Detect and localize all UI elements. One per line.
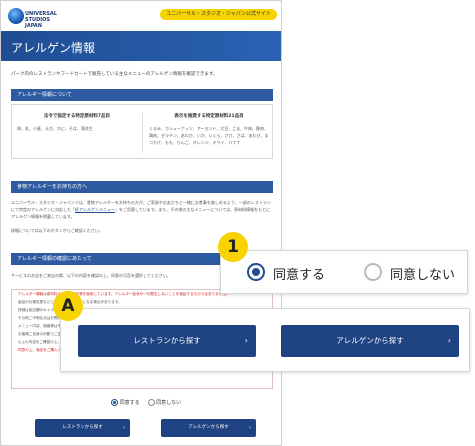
recommended-heading: 表示を推奨する特定原材料21品目: [174, 114, 244, 119]
logo-text: UNIVERSAL STUDIOS JAPAN: [25, 11, 57, 29]
mandatory-heading: 法令で指定する特定原材料7品目: [43, 114, 111, 119]
allergen-page: UNIVERSAL STUDIOS JAPAN ユニバーサル・スタジオ・ジャパン…: [0, 0, 282, 446]
globe-icon: [8, 8, 24, 24]
caution-line: 製品の仕様変更などにより、内容が変更になる場合があります。: [12, 298, 272, 306]
usj-logo[interactable]: UNIVERSAL STUDIOS JAPAN: [8, 8, 57, 29]
disagree-label-small: 同意しない: [156, 400, 182, 406]
food-allergy-paragraph: ユニバーサル・スタジオ・ジャパンでは、食物アレルギーをお持ちの方が、ご家族やお友…: [11, 199, 273, 220]
low-allergen-menu-link[interactable]: 低アレルゲンメニュー: [75, 207, 115, 212]
food-allergy-heading: 食物アレルギーをお持ちの方へ: [11, 181, 273, 193]
disagree-radio[interactable]: [364, 263, 382, 281]
chevron-right-icon: ›: [244, 336, 248, 345]
intro-text: パーク内のレストランやフードカートで販売している主なメニューのアレルゲン情報を確…: [11, 72, 218, 77]
disagree-label: 同意しない: [390, 268, 456, 283]
column-divider: [142, 113, 143, 153]
allergen-search-button-small[interactable]: アレルゲンから探す ›: [161, 419, 256, 437]
chevron-right-icon: ›: [249, 425, 251, 431]
consent-radio-group-small: 同意する 同意しない: [111, 399, 181, 406]
mandatory-items: 卵、乳、小麦、えび、かに、そば、落花生: [17, 126, 93, 131]
chevron-right-icon: ›: [123, 425, 125, 431]
restaurant-search-button-small[interactable]: レストランから探す ›: [35, 419, 130, 437]
hero-banner: アレルゲン情報: [1, 31, 281, 61]
allergy-info-heading: アレルギー情報について: [11, 89, 273, 101]
buttons-zoom-callout: レストランから探す › アレルゲンから探す ›: [60, 308, 470, 372]
restaurant-search-button[interactable]: レストランから探す ›: [78, 325, 256, 357]
top-bar: UNIVERSAL STUDIOS JAPAN ユニバーサル・スタジオ・ジャパン…: [1, 1, 281, 31]
allergen-list-box: 法令で指定する特定原材料7品目 卵、乳、小麦、えび、かに、そば、落花生 表示を推…: [11, 104, 273, 159]
marker-1: 1: [218, 232, 248, 262]
agree-radio-small[interactable]: [111, 399, 118, 406]
allergen-button-label-small: アレルゲンから探す: [188, 425, 229, 430]
allergen-button-label: アレルゲンから探す: [336, 336, 404, 345]
marker-a: A: [53, 291, 83, 321]
recommended-allergens: 表示を推奨する特定原材料21品目 くるみ、カシューナッツ、アーモンド、大豆、ごま…: [149, 113, 269, 146]
allergen-search-button[interactable]: アレルゲンから探す ›: [281, 325, 459, 357]
agree-radio[interactable]: [247, 263, 265, 281]
chevron-right-icon: ›: [447, 336, 451, 345]
agree-label-small: 同意する: [119, 400, 140, 406]
recommended-items: くるみ、カシューナッツ、アーモンド、大豆、ごま、牛肉、豚肉、鶏肉、ゼラチン、あわ…: [149, 126, 269, 145]
official-site-link[interactable]: ユニバーサル・スタジオ・ジャパン公式サイト: [160, 9, 277, 20]
agree-label: 同意する: [273, 268, 326, 283]
mandatory-allergens: 法令で指定する特定原材料7品目 卵、乳、小麦、えび、かに、そば、落花生: [17, 113, 137, 132]
disagree-radio-small[interactable]: [147, 399, 155, 406]
consent-zoom-callout: 同意する 同意しない: [220, 250, 468, 294]
restaurant-button-label-small: レストランから探す: [62, 425, 103, 430]
page-title: アレルゲン情報: [11, 41, 96, 55]
restaurant-button-label: レストランから探す: [133, 336, 201, 345]
